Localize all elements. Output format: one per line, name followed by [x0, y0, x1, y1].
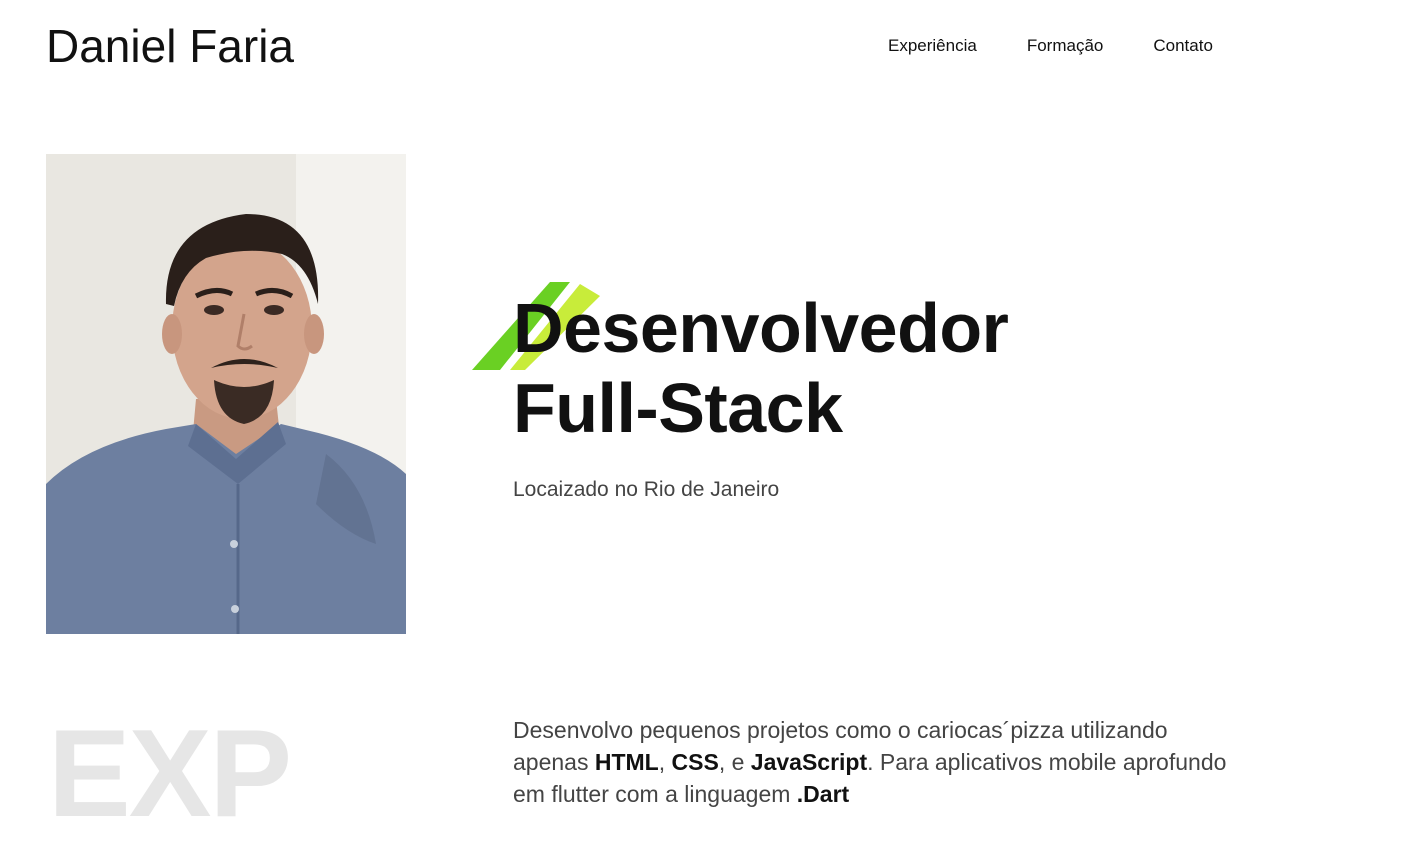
location-text: Locaizado no Rio de Janeiro: [513, 478, 780, 501]
main-nav: Experiência Formação Contato: [888, 36, 1263, 56]
site-brand[interactable]: Daniel Faria: [46, 20, 294, 73]
section-watermark-exp: EXP: [48, 705, 292, 843]
profile-photo-illustration: [46, 154, 406, 634]
nav-link-formacao[interactable]: Formação: [1027, 36, 1104, 56]
hero-headline-line1: Desenvolvedor: [513, 289, 1009, 367]
tech-dart: .Dart: [796, 781, 850, 807]
experience-description: Desenvolvo pequenos projetos como o cari…: [513, 714, 1233, 810]
profile-photo: [46, 154, 406, 634]
tech-html: HTML: [594, 749, 659, 775]
hero-headline-line2: Full-Stack: [513, 369, 843, 447]
nav-link-experiencia[interactable]: Experiência: [888, 36, 977, 56]
desc-sep-2: , e: [718, 749, 751, 775]
tech-css: CSS: [671, 749, 719, 775]
tech-javascript: JavaScript: [750, 749, 868, 775]
hero-headline: Desenvolvedor Full-Stack: [513, 288, 1009, 448]
nav-link-contato[interactable]: Contato: [1153, 36, 1213, 56]
desc-sep-1: ,: [658, 749, 672, 775]
